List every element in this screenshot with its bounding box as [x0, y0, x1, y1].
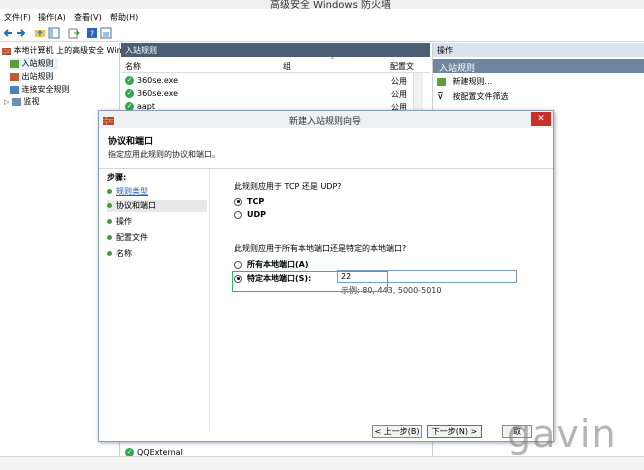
- step-dot-icon: [107, 219, 112, 224]
- tree-root[interactable]: 本地计算机 上的高级安全 Win: [2, 45, 122, 57]
- rule-profile: 公用: [391, 77, 407, 86]
- annotation-highlight-box: [232, 271, 388, 292]
- firewall-icon: [103, 117, 114, 125]
- action-label: 按配置文件筛选: [452, 92, 509, 101]
- watermark-text: gavin: [507, 412, 617, 456]
- status-strip: [0, 456, 644, 470]
- protocol-question: 此规则应用于 TCP 还是 UDP?: [234, 182, 342, 191]
- step-dot-icon: [107, 251, 112, 256]
- tree-item-label: 监视: [23, 97, 40, 106]
- menu-file[interactable]: 文件(F): [4, 12, 31, 23]
- menu-view[interactable]: 查看(V): [74, 12, 102, 23]
- step-protocol-ports[interactable]: 协议和端口: [107, 200, 207, 212]
- up-folder-icon[interactable]: [34, 27, 46, 39]
- rules-pane-header: 入站规则: [121, 43, 430, 57]
- menu-help[interactable]: 帮助(H): [110, 12, 138, 23]
- filter-icon: ⊽: [437, 92, 444, 102]
- wizard-body: 此规则应用于 TCP 还是 UDP? TCP UDP 此规则应用于所有本地端口还…: [209, 169, 553, 431]
- column-group[interactable]: 组: [283, 61, 291, 72]
- tree-item-connection-security[interactable]: 连接安全规则: [10, 84, 70, 96]
- port-question: 此规则应用于所有本地端口还是特定的本地端口?: [234, 244, 407, 253]
- radio-label: TCP: [247, 197, 265, 206]
- outbound-rules-icon: [10, 72, 19, 81]
- table-row[interactable]: ✓ 360se.exe 公用: [121, 88, 430, 100]
- rule-profile: 公用: [391, 90, 407, 99]
- monitor-icon: [11, 97, 21, 106]
- radio-label: 所有本地端口(A): [247, 260, 309, 269]
- actions-section-title[interactable]: 入站规则: [433, 59, 644, 74]
- radio-tcp[interactable]: TCP: [234, 197, 264, 206]
- step-label: 配置文件: [116, 233, 148, 242]
- new-rule-action[interactable]: 新建规则...: [437, 76, 492, 87]
- connection-security-icon: [10, 85, 19, 94]
- column-profile[interactable]: 配置文: [390, 61, 414, 72]
- step-label: 名称: [116, 249, 132, 258]
- chevron-right-icon[interactable]: ▷: [4, 98, 9, 106]
- tree-item-monitor[interactable]: ▷ 监视: [4, 96, 39, 108]
- forward-icon[interactable]: [15, 27, 27, 39]
- inbound-rules-icon: [10, 59, 19, 68]
- step-action: 操作: [107, 216, 132, 227]
- radio-all-ports[interactable]: 所有本地端口(A): [234, 259, 309, 270]
- enabled-check-icon: ✓: [125, 76, 134, 85]
- wizard-steps: 步骤: 规则类型 协议和端口 操作 配置文件 名称: [99, 169, 209, 441]
- radio-label: UDP: [247, 210, 266, 219]
- radio-udp[interactable]: UDP: [234, 210, 266, 219]
- step-rule-type[interactable]: 规则类型: [107, 186, 148, 197]
- actions-header: 操作: [433, 43, 644, 57]
- next-button[interactable]: 下一步(N) >: [427, 425, 482, 438]
- show-tree-icon[interactable]: [48, 27, 60, 39]
- dialog-title: 新建入站规则向导: [289, 117, 362, 127]
- filter-by-profile-action[interactable]: ⊽ 按配置文件筛选: [437, 91, 509, 102]
- rule-name: 360se.exe: [137, 76, 179, 85]
- table-row[interactable]: ✓ 360se.exe 公用: [121, 75, 430, 87]
- tree-item-outbound[interactable]: 出站规则: [10, 71, 54, 83]
- back-button[interactable]: < 上一步(B): [372, 425, 422, 438]
- page-subheading: 指定应用此规则的协议和端口。: [108, 150, 220, 159]
- export-icon[interactable]: [68, 27, 80, 39]
- tree-item-label: 连接安全规则: [21, 85, 70, 94]
- properties-icon[interactable]: [100, 27, 112, 39]
- step-label: 协议和端口: [116, 201, 156, 210]
- menu-bar: 文件(F) 操作(A) 查看(V) 帮助(H): [0, 10, 644, 24]
- new-rule-icon: [437, 77, 446, 86]
- steps-label: 步骤:: [107, 173, 127, 182]
- sort-arrow-icon: ⌃: [329, 56, 336, 65]
- page-heading: 协议和端口: [108, 137, 154, 147]
- action-label: 新建规则...: [452, 77, 493, 86]
- firewall-window: 高级安全 Windows 防火墙 文件(F) 操作(A) 查看(V) 帮助(H)…: [0, 0, 644, 470]
- help-icon[interactable]: ?: [86, 27, 98, 39]
- close-button[interactable]: ✕: [531, 112, 551, 126]
- enabled-check-icon: ✓: [125, 89, 134, 98]
- radio-unselected-icon: [234, 260, 242, 269]
- radio-selected-icon: [234, 197, 242, 206]
- menu-action[interactable]: 操作(A): [38, 12, 66, 23]
- step-dot-icon: [107, 203, 112, 208]
- tree-item-label: 入站规则: [21, 59, 54, 68]
- svg-text:?: ?: [90, 30, 94, 39]
- firewall-icon: [2, 48, 11, 55]
- dialog-header: 协议和端口 指定应用此规则的协议和端口。: [99, 128, 553, 169]
- step-label: 规则类型: [116, 187, 148, 196]
- radio-unselected-icon: [234, 210, 242, 219]
- column-headers: 名称 组 ⌃ 配置文: [121, 56, 430, 73]
- step-dot-icon: [107, 189, 112, 194]
- rule-name: 360se.exe: [137, 89, 179, 98]
- step-profile: 配置文件: [107, 232, 148, 243]
- step-label: 操作: [116, 217, 132, 226]
- tree-item-inbound[interactable]: 入站规则: [10, 58, 58, 70]
- step-name: 名称: [107, 248, 132, 259]
- window-titlebar: 高级安全 Windows 防火墙: [0, 0, 644, 11]
- step-dot-icon: [107, 235, 112, 240]
- back-icon[interactable]: [2, 27, 14, 39]
- column-name[interactable]: 名称: [125, 61, 141, 72]
- tree-item-label: 出站规则: [21, 72, 54, 81]
- dialog-titlebar: 新建入站规则向导 ✕: [99, 111, 553, 128]
- tree-root-label: 本地计算机 上的高级安全 Win: [13, 46, 122, 55]
- toolbar: ?: [0, 24, 644, 42]
